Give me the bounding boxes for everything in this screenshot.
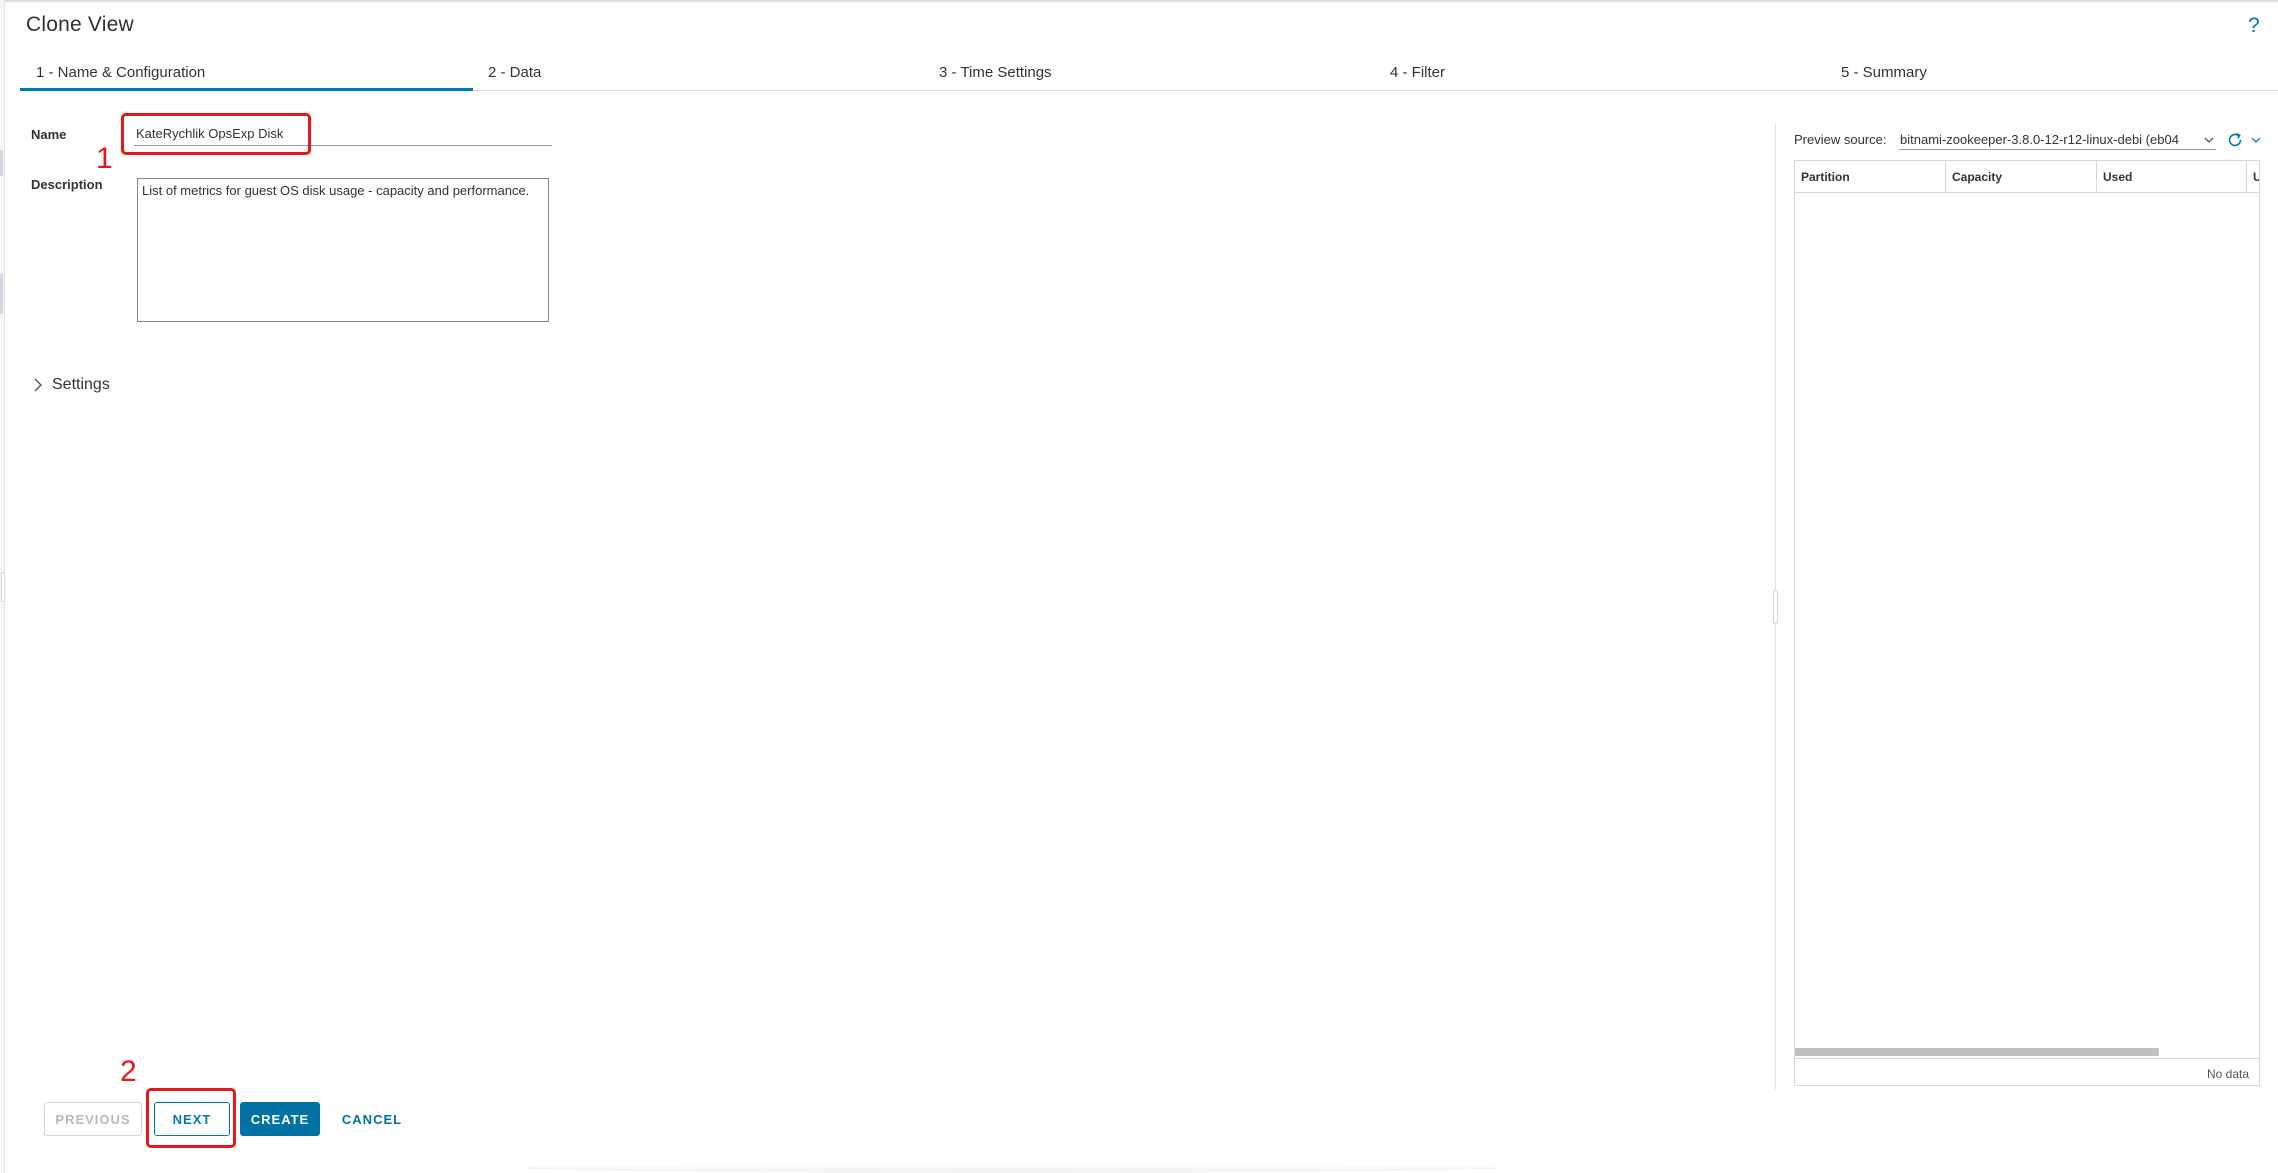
column-header-used[interactable]: Used: [2097, 161, 2247, 193]
column-header-partition[interactable]: Partition: [1795, 161, 1946, 193]
tab-name-configuration[interactable]: 1 - Name & Configuration: [36, 64, 205, 81]
name-input[interactable]: [134, 122, 552, 146]
chevron-right-icon: [34, 378, 42, 392]
panel-resize-handle[interactable]: [1773, 590, 1778, 624]
help-icon[interactable]: ?: [2248, 14, 2260, 38]
next-button[interactable]: NEXT: [154, 1102, 230, 1136]
settings-expander[interactable]: Settings: [30, 373, 110, 397]
tab-data[interactable]: 2 - Data: [488, 64, 541, 81]
annotation-number: 2: [120, 1055, 137, 1088]
bottom-shadow: [520, 1163, 1500, 1173]
preview-source-select[interactable]: bitnami-zookeeper-3.8.0-12-r12-linux-deb…: [1899, 128, 2216, 150]
chevron-down-icon[interactable]: [2203, 134, 2215, 146]
column-header-usage[interactable]: Us: [2247, 161, 2259, 193]
page-title: Clone View: [26, 13, 134, 36]
grid-footer: No data: [1795, 1058, 2259, 1085]
cancel-button[interactable]: CANCEL: [332, 1102, 412, 1136]
tab-time-settings[interactable]: 3 - Time Settings: [939, 64, 1052, 81]
refresh-icon[interactable]: [2226, 131, 2244, 149]
name-label: Name: [31, 127, 67, 142]
tab-summary[interactable]: 5 - Summary: [1841, 64, 1927, 81]
grid-header: Partition Capacity Used Us: [1795, 161, 2259, 193]
preview-source-label: Preview source:: [1794, 132, 1887, 147]
create-button[interactable]: CREATE: [240, 1102, 320, 1136]
annotation-number: 1: [96, 142, 113, 175]
left-resize-handle[interactable]: [1, 572, 5, 602]
no-data-text: No data: [2206, 1067, 2249, 1081]
top-border: [0, 0, 2278, 2]
left-edge-marker: [0, 274, 3, 314]
chevron-down-icon[interactable]: [2250, 134, 2262, 146]
description-textarea[interactable]: List of metrics for guest OS disk usage …: [137, 178, 549, 322]
horizontal-scrollbar[interactable]: [1795, 1048, 2159, 1056]
tab-filter[interactable]: 4 - Filter: [1390, 64, 1445, 81]
left-edge-marker: [0, 150, 3, 176]
previous-button[interactable]: PREVIOUS: [44, 1102, 142, 1136]
wizard-tabs: 1 - Name & Configuration 2 - Data 3 - Ti…: [20, 58, 2278, 91]
column-header-capacity[interactable]: Capacity: [1946, 161, 2097, 193]
settings-label: Settings: [52, 376, 110, 393]
clone-view-page: Clone View ? 1 - Name & Configuration 2 …: [0, 0, 2278, 1173]
active-tab-indicator: [20, 88, 473, 91]
description-label: Description: [31, 177, 103, 192]
preview-grid: Partition Capacity Used Us No data: [1794, 160, 2260, 1086]
